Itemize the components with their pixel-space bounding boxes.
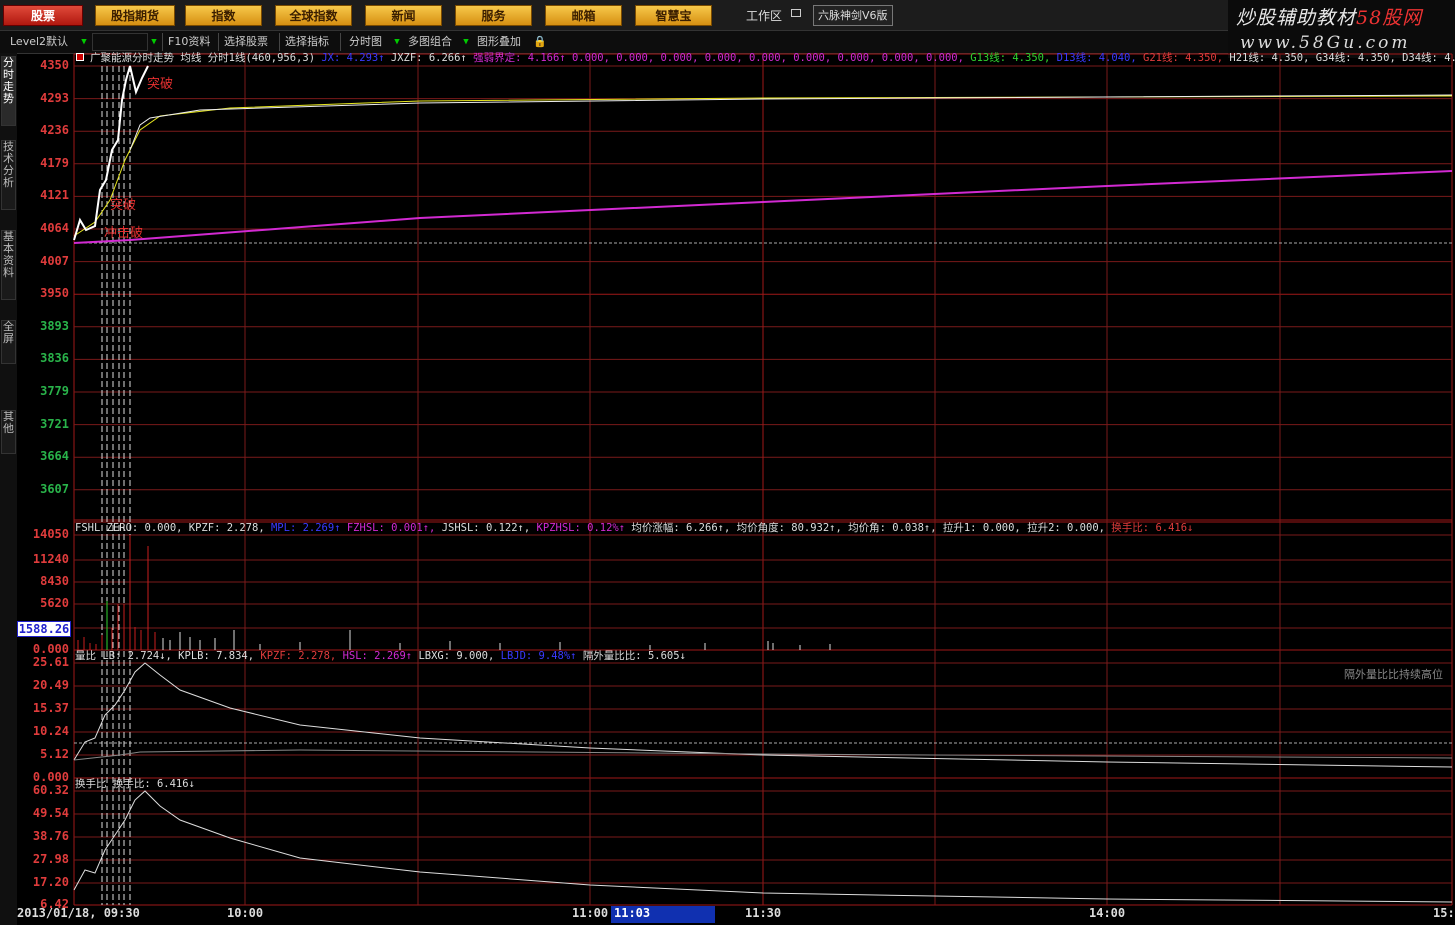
- strength-value: 强弱界定: 4.166↑: [473, 52, 566, 64]
- x-tick-1000: 10:00: [227, 906, 264, 920]
- ratio-note: 隔外量比比持续高位: [1344, 668, 1443, 681]
- jx-value: JX: 4.293↑: [321, 52, 385, 64]
- ratio-panel-header: 量比 LB: 2.724↓, KPLB: 7.834, KPZF: 2.278,…: [75, 650, 686, 663]
- ratio-hdr-4: LBXG: 9.000,: [418, 650, 495, 662]
- turnover-panel-header: 换手比 换手比: 6.416↓: [75, 778, 195, 791]
- y-axis-label: 10.24: [32, 724, 69, 738]
- ratio-hdr-1: 量比 LB: 2.724↓, KPLB: 7.834,: [75, 650, 255, 662]
- tail-values: H21线: 4.350, G34线: 4.350, D34线: 4.350: [1229, 52, 1455, 64]
- ratio-hdr-2: KPZF: 2.278,: [260, 650, 337, 662]
- vol-hdr-6: 均价涨幅: 6.266↑, 均价角度: 80.932↑, 均价角: 0.038↑…: [631, 522, 1105, 534]
- volume-bars: [77, 535, 831, 650]
- vol-hdr-3: FZHSL: 0.001↑,: [346, 522, 436, 534]
- y-axis-label: 20.49: [32, 678, 69, 692]
- price-line-trend: [129, 94, 1453, 151]
- x-tick-1400: 14:00: [1089, 906, 1126, 920]
- y-axis-label: 27.98: [32, 852, 69, 866]
- timeshare-chart[interactable]: [0, 0, 1455, 925]
- cursor-time: 11:03: [614, 906, 651, 920]
- d13-value: D13线: 4.040,: [1056, 52, 1137, 64]
- avg-line-label: 均线: [180, 52, 202, 64]
- y-axis-label: 15.37: [32, 701, 69, 715]
- y-axis-label: 3721: [40, 416, 69, 431]
- y-axis-label: 60.32: [32, 783, 69, 797]
- vol-hdr-2: MPL: 2.269↑: [270, 522, 341, 534]
- y-axis-label: 4236: [40, 123, 69, 138]
- y-axis-label: 4293: [40, 90, 69, 105]
- y-axis-label: 38.76: [32, 829, 69, 843]
- y-axis-label: 25.61: [32, 655, 69, 669]
- vol-hdr-4: JSHSL: 0.122↑,: [441, 522, 531, 534]
- y-axis-label: 4064: [40, 221, 69, 235]
- y-axis-label: 4121: [40, 188, 69, 203]
- y-axis-label: 4350: [40, 58, 69, 72]
- y-axis-label: 3664: [40, 449, 69, 464]
- y-axis-label: 14050: [32, 527, 69, 541]
- x-tick-1130: 11:30: [745, 906, 782, 920]
- chart-close-icon[interactable]: [76, 53, 84, 61]
- stock-title: 广聚能源分时走势: [90, 52, 174, 64]
- vol-hdr-5: KPZHSL: 0.12%↑: [536, 522, 626, 534]
- y-axis-label: 4179: [40, 155, 69, 170]
- annotation-breakout: 突破: [147, 77, 174, 92]
- vol-hdr-7: 换手比: 6.416↓: [1111, 522, 1194, 534]
- g21-value: G21线: 4.350,: [1143, 52, 1224, 64]
- chart-grid: [73, 53, 1453, 906]
- turnover-value: 换手比: 6.416↓: [112, 778, 195, 790]
- zero-values: 0.000, 0.000, 0.000, 0.000, 0.000, 0.000…: [571, 52, 964, 64]
- annotation-impact: 冲击破: [104, 226, 144, 241]
- y-axis-label: 3607: [40, 481, 69, 496]
- crosshair-value-badge: 1588.26: [17, 621, 71, 637]
- y-axis-label: 3893: [40, 318, 69, 333]
- vol-hdr-1: FSHL ZERO: 0.000, KPZF: 2.278,: [75, 522, 265, 534]
- g13-value: G13线: 4.350,: [970, 52, 1051, 64]
- y-axis-label: 0.000: [32, 642, 69, 656]
- ratio-hdr-5: LBJD: 9.48%↑: [500, 650, 577, 662]
- main-chart-title: 广聚能源分时走势 均线 分时1线(460,956,3) JX: 4.293↑ J…: [90, 52, 1455, 65]
- start-datetime: 2013/01/18, 09:30: [17, 906, 140, 920]
- y-axis-label: 3779: [40, 384, 69, 398]
- y-axis-label: 3950: [40, 286, 69, 301]
- volume-panel-header: FSHL ZERO: 0.000, KPZF: 2.278, MPL: 2.26…: [75, 522, 1193, 535]
- annotation-breakout-2: 突破: [110, 198, 137, 213]
- indicator-name: 分时1线(460,956,3): [207, 52, 316, 64]
- jxzf-value: JXZF: 6.266↑: [390, 52, 467, 64]
- y-axis-label: 5620: [40, 596, 69, 610]
- y-axis-label: 17.20: [32, 875, 69, 889]
- turnover-title: 换手比: [75, 778, 107, 790]
- y-axis-label: 11240: [32, 552, 69, 566]
- y-axis-label: 4007: [40, 253, 69, 268]
- y-axis-label: 0.000: [32, 770, 69, 784]
- x-tick-1500: 15:: [1433, 906, 1455, 920]
- y-axis-label: 3836: [40, 351, 69, 366]
- y-axis-label: 8430: [40, 574, 69, 588]
- y-axis-label: 49.54: [32, 806, 69, 820]
- y-axis-label: 5.12: [40, 747, 69, 761]
- x-tick-1100: 11:00: [572, 906, 609, 920]
- ratio-hdr-6: 隔外量比比: 5.605↓: [582, 650, 686, 662]
- price-line: [73, 65, 149, 241]
- ratio-hdr-3: HSL: 2.269↑: [342, 650, 413, 662]
